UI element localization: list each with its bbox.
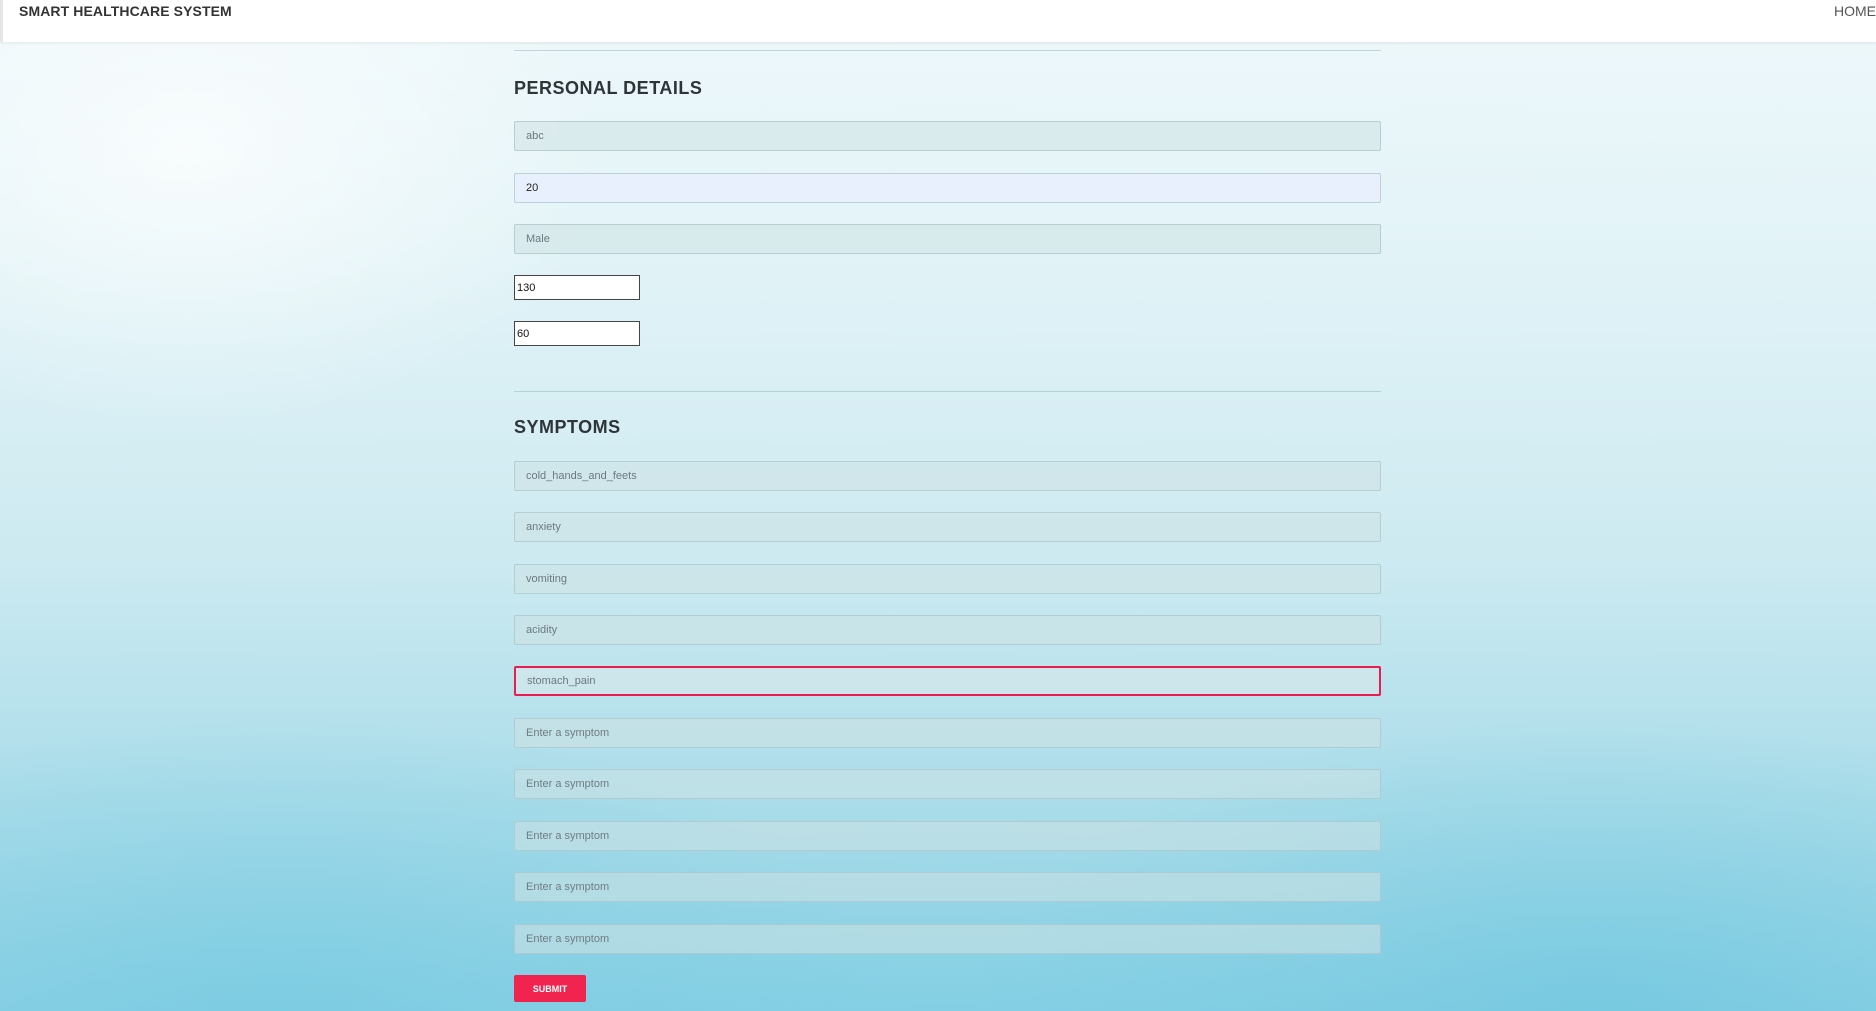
top-navbar: SMART HEALTHCARE SYSTEM HOME <box>0 0 1876 42</box>
symptom-field-10[interactable] <box>514 924 1381 954</box>
symptom-field-4[interactable] <box>514 615 1381 645</box>
submit-button[interactable]: SUBMIT <box>514 975 586 1002</box>
symptom-field-7[interactable] <box>514 769 1381 799</box>
symptom-field-6[interactable] <box>514 718 1381 748</box>
symptoms-heading: SYMPTOMS <box>514 417 621 437</box>
symptom-field-2[interactable] <box>514 512 1381 542</box>
age-field[interactable] <box>514 173 1381 203</box>
symptom-field-3[interactable] <box>514 564 1381 594</box>
divider <box>514 391 1381 392</box>
symptom-field-8[interactable] <box>514 821 1381 851</box>
home-link[interactable]: HOME <box>1834 3 1876 19</box>
gender-field[interactable] <box>514 224 1381 254</box>
divider <box>514 50 1381 51</box>
brand-title[interactable]: SMART HEALTHCARE SYSTEM <box>19 3 232 19</box>
weight-field[interactable] <box>514 321 640 346</box>
symptom-field-9[interactable] <box>514 872 1381 902</box>
name-field[interactable] <box>514 121 1381 151</box>
symptom-field-1[interactable] <box>514 461 1381 491</box>
bp-field[interactable] <box>514 275 640 300</box>
symptom-field-5[interactable] <box>514 666 1381 696</box>
personal-details-heading: PERSONAL DETAILS <box>514 78 703 98</box>
